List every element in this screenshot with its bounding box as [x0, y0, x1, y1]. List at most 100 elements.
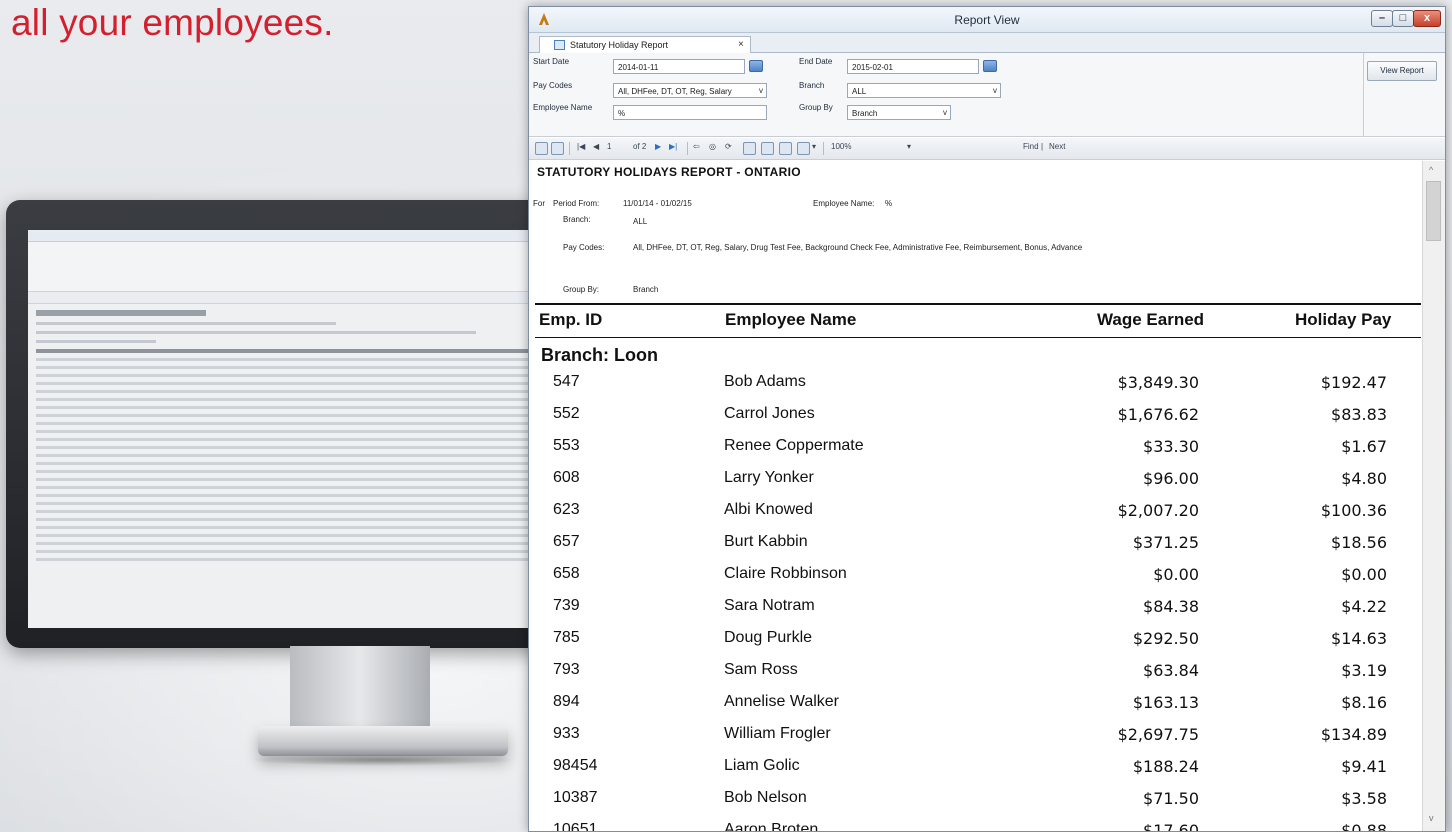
- scroll-down-icon[interactable]: v: [1429, 813, 1434, 823]
- mini-row: [36, 446, 538, 449]
- current-page-input[interactable]: 1: [607, 142, 611, 151]
- emp-id-cell: 623: [553, 501, 580, 518]
- mini-titlebar: [28, 230, 546, 242]
- holiday-pay-cell: $0.00: [1341, 565, 1387, 584]
- maximize-button[interactable]: □: [1392, 10, 1414, 27]
- wage-earned-cell: $292.50: [1132, 629, 1199, 648]
- column-header-emp-id: Emp. ID: [539, 310, 603, 329]
- minimize-button[interactable]: –: [1371, 10, 1393, 27]
- mini-row: [36, 494, 538, 497]
- scroll-up-icon[interactable]: ^: [1429, 165, 1433, 175]
- holiday-pay-cell: $4.22: [1341, 597, 1387, 616]
- table-row: 933 William Frogler $2,697.75 $134.89: [529, 723, 1422, 755]
- report-toolbar: |◀ ◀ 1 of 2 ▶ ▶| ⇦ ◎ ⟳ ▾ 100% ▾ Find | N…: [529, 138, 1445, 160]
- close-button[interactable]: x: [1413, 10, 1441, 27]
- employee-name-cell: Annelise Walker: [724, 693, 840, 710]
- table-row: 98454 Liam Golic $188.24 $9.41: [529, 755, 1422, 787]
- branch-meta-label: Branch:: [563, 215, 591, 224]
- mini-report-heading: [36, 310, 206, 316]
- emp-id-cell: 894: [553, 693, 580, 710]
- export-dropdown-icon[interactable]: ▾: [812, 142, 816, 151]
- employee-name-cell: Bob Adams: [724, 373, 806, 390]
- table-row: 658 Claire Robbinson $0.00 $0.00: [529, 563, 1422, 595]
- prev-page-icon[interactable]: ◀: [593, 142, 599, 151]
- emp-id-cell: 793: [553, 661, 580, 678]
- mini-row: [36, 382, 538, 385]
- mini-row: [36, 438, 538, 441]
- scrollbar-thumb[interactable]: [1426, 181, 1441, 241]
- last-page-icon[interactable]: ▶|: [669, 142, 677, 151]
- employee-name-cell: Sam Ross: [724, 661, 798, 678]
- holiday-pay-cell: $8.16: [1341, 693, 1387, 712]
- params-divider: [1363, 53, 1364, 137]
- pay-codes-label: Pay Codes: [533, 81, 573, 90]
- group-by-label: Group By: [799, 103, 833, 112]
- find-link[interactable]: Find: [1023, 142, 1039, 151]
- tab-label: Statutory Holiday Report: [570, 40, 669, 50]
- print-layout-icon[interactable]: [761, 142, 774, 155]
- mini-row: [36, 430, 538, 433]
- document-map-icon[interactable]: [551, 142, 564, 155]
- emp-id-cell: 785: [553, 629, 580, 646]
- toggle-parameters-icon[interactable]: [535, 142, 548, 155]
- back-icon[interactable]: ⇦: [693, 142, 700, 151]
- stop-icon[interactable]: ◎: [709, 142, 716, 151]
- report-title: STATUTORY HOLIDAYS REPORT - ONTARIO: [537, 165, 801, 179]
- pay-codes-meta-value: All, DHFee, DT, OT, Reg, Salary, Drug Te…: [633, 243, 1083, 252]
- wage-earned-cell: $163.13: [1132, 693, 1199, 712]
- mini-row: [36, 462, 538, 465]
- group-by-select[interactable]: Branch v: [847, 105, 951, 120]
- table-row: 552 Carrol Jones $1,676.62 $83.83: [529, 403, 1422, 435]
- employee-name-input[interactable]: %: [613, 105, 767, 120]
- mini-line: [36, 340, 156, 343]
- mini-parameter-panel: [28, 242, 546, 292]
- wage-earned-cell: $2,697.75: [1117, 725, 1199, 744]
- next-page-icon[interactable]: ▶: [655, 142, 661, 151]
- next-link[interactable]: Next: [1049, 142, 1065, 151]
- report-body: STATUTORY HOLIDAYS REPORT - ONTARIO For …: [529, 161, 1422, 831]
- holiday-pay-cell: $14.63: [1331, 629, 1387, 648]
- monitor-bezel: [6, 200, 546, 648]
- wage-earned-cell: $96.00: [1143, 469, 1199, 488]
- mini-row: [36, 526, 538, 529]
- calendar-icon[interactable]: [983, 60, 997, 72]
- calendar-icon[interactable]: [749, 60, 763, 72]
- refresh-icon[interactable]: ⟳: [725, 142, 732, 151]
- toolbar-separator: [687, 142, 688, 155]
- start-date-input[interactable]: 2014-01-11: [613, 59, 745, 74]
- start-date-label: Start Date: [533, 57, 570, 66]
- mini-column-header: [36, 349, 538, 353]
- employee-name-cell: Liam Golic: [724, 757, 800, 774]
- wage-earned-cell: $2,007.20: [1117, 501, 1199, 520]
- monitor-stand-neck: [290, 646, 430, 730]
- chevron-down-icon: v: [993, 86, 997, 95]
- first-page-icon[interactable]: |◀: [577, 142, 585, 151]
- tab-statutory-holiday-report[interactable]: Statutory Holiday Report ×: [539, 36, 751, 54]
- pay-codes-meta-label: Pay Codes:: [563, 243, 605, 252]
- employee-name-cell: Renee Coppermate: [724, 437, 864, 454]
- table-row: 553 Renee Coppermate $33.30 $1.67: [529, 435, 1422, 467]
- pay-codes-select[interactable]: All, DHFee, DT, OT, Reg, Salary v: [613, 83, 767, 98]
- wage-earned-cell: $371.25: [1132, 533, 1199, 552]
- emp-id-cell: 553: [553, 437, 580, 454]
- wage-earned-cell: $84.38: [1143, 597, 1199, 616]
- pay-codes-value: All, DHFee, DT, OT, Reg, Salary: [618, 87, 732, 96]
- mini-row: [36, 454, 538, 457]
- view-report-button[interactable]: View Report: [1367, 61, 1437, 81]
- holiday-pay-cell: $192.47: [1320, 373, 1387, 392]
- end-date-input[interactable]: 2015-02-01: [847, 59, 979, 74]
- zoom-select[interactable]: 100%: [831, 142, 851, 151]
- page-setup-icon[interactable]: [779, 142, 792, 155]
- close-tab-icon[interactable]: ×: [738, 39, 744, 50]
- table-row: 657 Burt Kabbin $371.25 $18.56: [529, 531, 1422, 563]
- mini-row: [36, 358, 538, 361]
- holiday-pay-cell: $100.36: [1320, 501, 1387, 520]
- print-icon[interactable]: [743, 142, 756, 155]
- mini-row: [36, 470, 538, 473]
- branch-select[interactable]: ALL v: [847, 83, 1001, 98]
- export-icon[interactable]: [797, 142, 810, 155]
- vertical-scrollbar[interactable]: ^ v: [1422, 161, 1445, 831]
- employee-name-cell: Doug Purkle: [724, 629, 813, 646]
- chevron-down-icon[interactable]: ▾: [907, 142, 911, 151]
- column-header-holiday-pay: Holiday Pay: [1295, 310, 1392, 329]
